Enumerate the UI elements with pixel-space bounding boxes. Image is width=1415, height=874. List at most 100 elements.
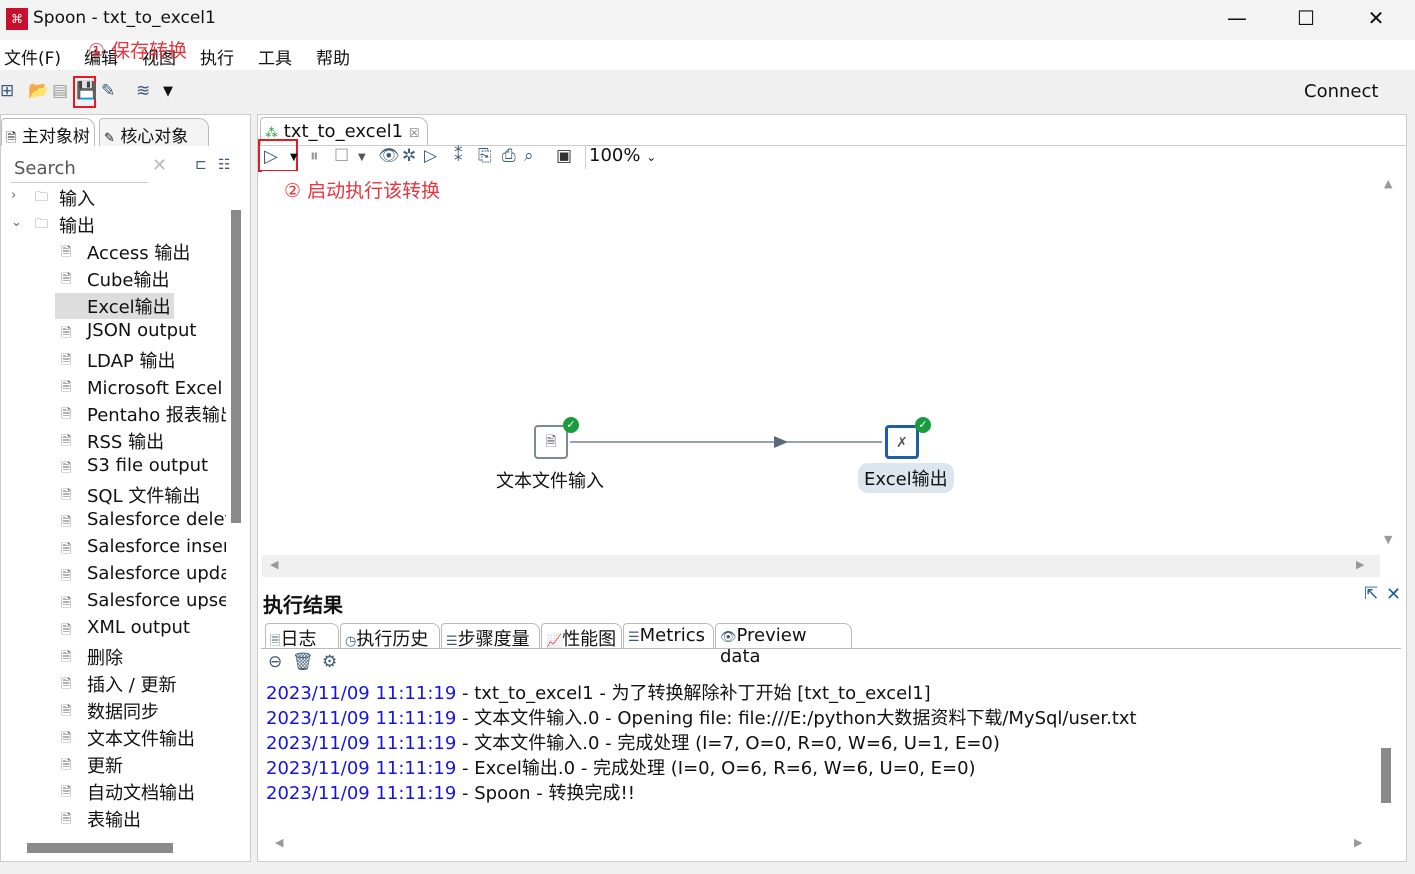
log-scroll-right-icon[interactable]: ▶ (1354, 836, 1362, 849)
tab-core-objects[interactable]: ✎ 核心对象 (99, 118, 209, 147)
step-icon: 🗎 (61, 650, 72, 665)
expand-tree-icon[interactable]: ☷ (218, 157, 231, 173)
clear-search-icon[interactable]: ✕ (152, 155, 167, 176)
tab-main-tree[interactable]: 🗎 主对象树 (1, 118, 95, 147)
close-button[interactable]: ✕ (1356, 6, 1396, 30)
tree-item[interactable]: 🗎 Cube输出 (1, 265, 226, 292)
log-timestamp: 2023/11/09 11:11:19 (266, 783, 457, 804)
save-icon[interactable]: 💾 (76, 81, 97, 101)
tab-results-2[interactable]: ☰步骤度量 (441, 623, 540, 650)
verify-icon[interactable]: ⁑ (454, 146, 463, 166)
fit-to-screen-icon[interactable]: ▣ (556, 146, 572, 166)
stop-icon[interactable]: ☐ (334, 146, 349, 166)
tree-vertical-scrollbar[interactable] (231, 210, 241, 523)
explore-db-icon[interactable]: ⌕ (524, 146, 534, 166)
run-icon[interactable]: ▷ (264, 146, 278, 167)
step-icon: 🗎 (61, 272, 72, 287)
impact-icon[interactable]: ⎘ (478, 146, 492, 166)
step-icon: 🗎 (61, 245, 72, 260)
tab-results-3[interactable]: 📈性能图 (541, 623, 622, 650)
log-timestamp: 2023/11/09 11:11:19 (266, 733, 457, 754)
tree-item[interactable]: 🗎 数据同步 (1, 697, 226, 724)
tree-item-label: LDAP 输出 (87, 351, 176, 372)
scroll-up-icon[interactable]: ▲ (1384, 177, 1392, 190)
annotation-save: ① 保存转换 (88, 40, 188, 62)
open-file-icon[interactable]: 📂 (28, 81, 49, 101)
run-options-dropdown-icon[interactable]: ▼ (290, 152, 298, 163)
tree-item[interactable]: › 🗀 输入 (1, 184, 226, 211)
clear-log-icon[interactable]: 🗑 (292, 652, 314, 672)
step-excel-output[interactable]: ✗ (885, 425, 919, 459)
new-file-icon[interactable]: ⊞ (0, 81, 14, 101)
save-as-icon[interactable]: ✎ (101, 81, 115, 101)
pause-icon[interactable]: ⏸ (310, 146, 319, 166)
stop-log-icon[interactable]: ⊖ (268, 652, 282, 672)
preview-icon[interactable]: 👁 (378, 146, 400, 166)
tree-item[interactable]: 🗎Excel输出 (1, 292, 226, 319)
menu-help[interactable]: 帮助 (316, 44, 350, 69)
close-tab-icon[interactable]: ☒ (409, 126, 420, 140)
stop-dropdown-icon[interactable]: ▼ (358, 152, 366, 163)
tab-results-4[interactable]: ☰Metrics (623, 623, 714, 649)
tree-item[interactable]: 🗎 Salesforce update (1, 562, 226, 589)
minimize-button[interactable]: — (1217, 6, 1257, 30)
chevron-right-icon[interactable]: › (11, 188, 16, 203)
log-scroll-left-icon[interactable]: ◀ (275, 836, 283, 849)
close-results-icon[interactable]: ✕ (1386, 584, 1401, 605)
log-settings-icon[interactable]: ⚙ (322, 652, 337, 672)
perspective-dropdown-icon[interactable]: ▼ (163, 84, 173, 99)
transformation-canvas[interactable]: ② 启动执行该转换 🗎 ✓ 文本文件输入 ✗ ✓ Excel输出 ▲ ▼ (262, 171, 1392, 555)
maximize-results-icon[interactable]: ⇱ (1364, 584, 1378, 604)
tree-item[interactable]: 🗎 Microsoft Excel 输出 (1, 373, 226, 400)
tree-item[interactable]: 🗎 Salesforce delete (1, 508, 226, 535)
sql-icon[interactable]: ⎙ (502, 146, 516, 166)
tab-results-0[interactable]: 🗏日志 (265, 623, 339, 650)
tree-item[interactable]: 🗎 LDAP 输出 (1, 346, 226, 373)
tab-results-5[interactable]: 👁Preview data (715, 623, 852, 667)
menu-run[interactable]: 执行 (200, 44, 234, 69)
tree-item[interactable]: 🗎 Pentaho 报表输出 (1, 400, 226, 427)
tab-results-1[interactable]: ◷执行历史 (340, 623, 440, 650)
tree-item[interactable]: 🗎 XML output (1, 616, 226, 643)
tree-item[interactable]: 🗎 删除 (1, 643, 226, 670)
canvas-horizontal-scrollbar[interactable]: ◀ ▶ (262, 555, 1380, 577)
explore-repo-icon[interactable]: ▤ (52, 81, 68, 101)
tree-item[interactable]: 🗎 RSS 输出 (1, 427, 226, 454)
tree-item[interactable]: 🗎 文本文件输出 (1, 724, 226, 751)
tree-item[interactable]: 🗎 S3 file output (1, 454, 226, 481)
tree-item[interactable]: 🗎 更新 (1, 751, 226, 778)
menu-tools[interactable]: 工具 (258, 44, 292, 69)
tree-item[interactable]: 🗎 JSON output (1, 319, 226, 346)
maximize-button[interactable]: ☐ (1286, 6, 1326, 30)
tree-item[interactable]: 🗎 Salesforce insert (1, 535, 226, 562)
tree-horizontal-scrollbar[interactable] (27, 843, 173, 853)
tree-item-label: Pentaho 报表输出 (87, 405, 226, 426)
connect-button[interactable]: Connect (1304, 81, 1378, 102)
tree-item[interactable]: 🗎 Access 输出 (1, 238, 226, 265)
step-text-file-input[interactable]: 🗎 (534, 425, 568, 459)
tree-item-label: Access 输出 (87, 243, 191, 264)
tree-item[interactable]: 🗎 Salesforce upsert (1, 589, 226, 616)
log-line: 2023/11/09 11:11:19 - 文本文件输入.0 - 完成处理 (I… (266, 729, 1000, 755)
tree-item[interactable]: 🗎 自动文档输出 (1, 778, 226, 805)
step-icon: 🗎 (61, 380, 72, 395)
tree-item-label: 自动文档输出 (87, 783, 195, 804)
debug-icon[interactable]: ✲ (402, 146, 416, 166)
main-toolbar: ⊞ 📂 ▤ 💾 ✎ ≋ ▼ Connect (0, 70, 1415, 112)
log-vertical-scrollbar[interactable] (1381, 748, 1391, 803)
replay-icon[interactable]: ▷ (424, 146, 437, 166)
tree-item[interactable]: 🗎 插入 / 更新 (1, 670, 226, 697)
tree-item[interactable]: ⌄ 🗀 输出 (1, 211, 226, 238)
tree-item-label: XML output (87, 617, 190, 638)
menu-file[interactable]: 文件(F) (4, 44, 61, 69)
step-icon: 🗎 (61, 461, 72, 476)
collapse-tree-icon[interactable]: ⊏ (195, 157, 207, 173)
search-input[interactable]: Search (11, 155, 148, 183)
layers-icon[interactable]: ≋ (136, 81, 150, 101)
folder-icon: 🗀 (35, 217, 49, 232)
tree-item[interactable]: 🗎 SQL 文件输出 (1, 481, 226, 508)
chevron-down-icon[interactable]: ⌄ (11, 215, 22, 230)
tree-item[interactable]: 🗎 表输出 (1, 805, 226, 832)
zoom-select[interactable]: 100% ⌄ (585, 145, 663, 169)
scroll-down-icon[interactable]: ▼ (1384, 533, 1392, 546)
